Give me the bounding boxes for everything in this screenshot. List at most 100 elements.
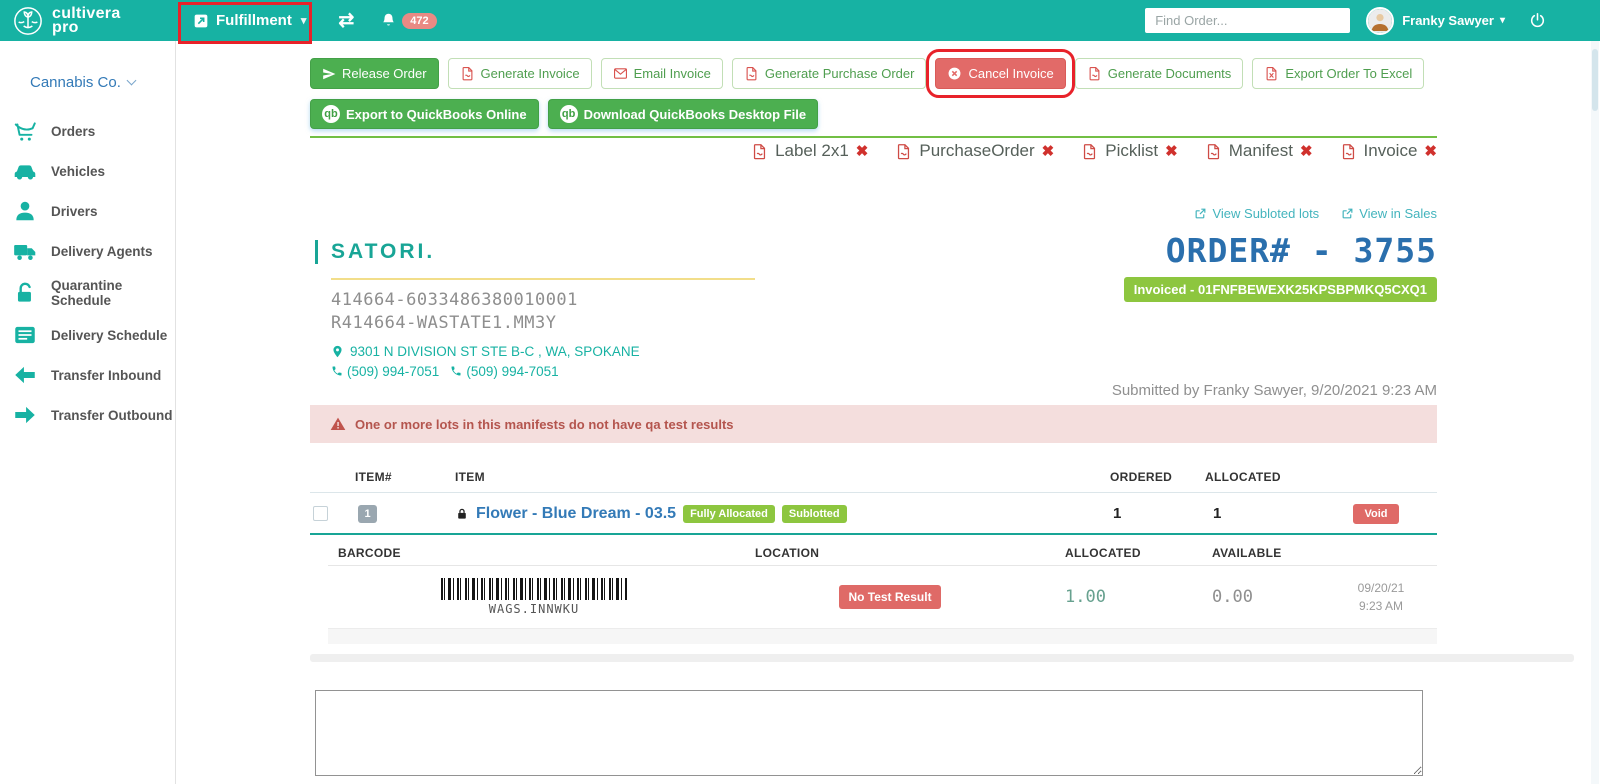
user-menu[interactable]: Franky Sawyer ▾ [1402, 13, 1505, 28]
email-icon [613, 68, 627, 79]
void-button[interactable]: Void [1353, 503, 1399, 524]
scrollbar-thumb[interactable] [1592, 49, 1598, 111]
item-index-badge: 1 [358, 504, 377, 523]
fulfillment-label: Fulfillment [216, 12, 292, 29]
download-quickbooks-desktop-button[interactable]: qb Download QuickBooks Desktop File [547, 99, 819, 129]
document-link-manifest[interactable]: Manifest ✖ [1205, 141, 1313, 161]
submitted-info: Submitted by Franky Sawyer, 9/20/2021 9:… [1111, 382, 1437, 399]
fulfillment-menu[interactable]: Fulfillment ▾ [181, 0, 318, 41]
sidebar-item-quarantine-schedule[interactable]: Quarantine Schedule [0, 271, 175, 315]
generate-purchase-order-button[interactable]: Generate Purchase Order [731, 58, 927, 89]
order-number: ORDER# - 3755 [1165, 231, 1437, 270]
sidebar-item-transfer-outbound[interactable]: Transfer Outbound [0, 395, 175, 435]
sidebar-item-vehicles[interactable]: Vehicles [0, 151, 175, 191]
generate-documents-button[interactable]: Generate Documents [1074, 58, 1244, 89]
document-link-label-2x1[interactable]: Label 2x1 ✖ [751, 141, 868, 161]
item-row-checkbox[interactable] [313, 506, 328, 521]
delete-document-icon[interactable]: ✖ [1042, 142, 1055, 160]
sidebar-item-orders[interactable]: Orders [0, 111, 175, 151]
pdf-file-icon [746, 67, 757, 81]
sidebar-item-label: Transfer Inbound [51, 367, 162, 383]
view-in-sales-link[interactable]: View in Sales [1341, 206, 1437, 221]
delete-document-icon[interactable]: ✖ [1165, 142, 1178, 160]
chevron-down-icon [126, 75, 137, 86]
sidebar-item-label: Transfer Outbound [51, 407, 173, 423]
pdf-file-icon [898, 143, 910, 159]
items-table-header: ITEM# ITEM ORDERED ALLOCATED [310, 462, 1437, 493]
sidebar-item-transfer-inbound[interactable]: Transfer Inbound [0, 355, 175, 395]
pdf-file-icon [1084, 143, 1096, 159]
notifications-button[interactable]: 472 [380, 12, 437, 29]
qa-warning-banner: One or more lots in this manifests do no… [310, 405, 1437, 443]
no-test-result-badge: No Test Result [839, 585, 941, 609]
chevron-down-icon: ▾ [1499, 15, 1505, 26]
brand-name: cultivera pro [52, 4, 121, 36]
sidebar-item-drivers[interactable]: Drivers [0, 191, 175, 231]
release-order-button[interactable]: Release Order [310, 58, 439, 89]
sidebar-item-label: Drivers [51, 203, 98, 219]
fully-allocated-badge: Fully Allocated [683, 504, 775, 523]
brand-logo[interactable]: cultivera pro [0, 4, 175, 36]
warning-triangle-icon [330, 417, 346, 430]
bell-icon [383, 13, 395, 26]
pdf-file-icon [1089, 67, 1100, 81]
send-icon [323, 68, 336, 79]
item-name-link[interactable]: Flower - Blue Dream - 03.5 [476, 505, 676, 523]
view-links-row: View Subloted lots View in Sales [310, 206, 1437, 221]
item-table-row: 1 Flower - Blue Dream - 03.5 Fully Alloc… [310, 494, 1437, 535]
avatar[interactable] [1366, 6, 1395, 35]
document-link-picklist[interactable]: Picklist ✖ [1081, 141, 1178, 161]
col-location: LOCATION [755, 545, 820, 560]
car-icon [14, 165, 36, 180]
cancel-invoice-button[interactable]: Cancel Invoice [926, 49, 1075, 98]
ordered-quantity: 1 [1113, 505, 1122, 522]
quickbooks-toolbar: qb Export to QuickBooks Online qb Downlo… [310, 99, 819, 129]
cultivera-logo-icon [14, 6, 42, 35]
document-link-invoice[interactable]: Invoice ✖ [1340, 141, 1437, 161]
sidebar-item-label: Delivery Schedule [51, 327, 168, 343]
swap-arrows-icon[interactable]: ⇄ [338, 9, 354, 32]
sidebar-item-delivery-schedule[interactable]: Delivery Schedule [0, 315, 175, 355]
sidebar-item-delivery-agents[interactable]: Delivery Agents [0, 231, 175, 271]
search-input[interactable] [1145, 8, 1351, 33]
delete-document-icon[interactable]: ✖ [856, 142, 869, 160]
delete-document-icon[interactable]: ✖ [1424, 142, 1437, 160]
chevron-down-icon: ▾ [300, 15, 307, 27]
external-link-icon [1196, 208, 1206, 219]
lots-subtable: BARCODE LOCATION ALLOCATED AVAILABLE WAG… [328, 540, 1437, 644]
lot-timestamp: 09/20/21 9:23 AM [1357, 581, 1405, 613]
view-subloted-lots-link[interactable]: View Subloted lots [1194, 206, 1319, 221]
user-name-label: Franky Sawyer [1402, 13, 1494, 28]
toolbar-divider [310, 136, 1437, 138]
email-invoice-button[interactable]: Email Invoice [600, 58, 723, 89]
customer-address: 9301 N DIVISION ST STE B-C , WA, SPOKANE [331, 344, 755, 359]
customer-name: SATORI. [315, 240, 755, 264]
sidebar: Cannabis Co. Orders Vehicles Drivers Del… [0, 41, 176, 784]
quickbooks-icon: qb [559, 105, 578, 123]
quickbooks-icon: qb [322, 105, 340, 123]
arrow-right-icon [15, 406, 35, 424]
delete-document-icon[interactable]: ✖ [1300, 142, 1313, 160]
sublotted-badge: Sublotted [781, 504, 847, 523]
col-lot-available: AVAILABLE [1212, 545, 1282, 560]
document-link-purchaseorder[interactable]: PurchaseOrder ✖ [895, 141, 1054, 161]
company-selector[interactable]: Cannabis Co. [30, 74, 175, 91]
order-actions-toolbar: Release Order Generate Invoice Email Inv… [310, 49, 1425, 98]
col-item: ITEM [455, 470, 485, 484]
phone-2: (509) 994-7051 [450, 364, 559, 379]
pdf-file-icon [1342, 143, 1354, 159]
schedule-icon [15, 326, 35, 344]
notification-count-badge: 472 [402, 12, 437, 29]
sidebar-item-label: Orders [51, 123, 96, 139]
map-pin-icon [333, 345, 342, 358]
export-quickbooks-online-button[interactable]: qb Export to QuickBooks Online [310, 99, 539, 129]
allocated-quantity: 1 [1213, 505, 1222, 522]
generated-documents-list: Label 2x1 ✖ PurchaseOrder ✖ Picklist ✖ M… [310, 141, 1437, 161]
phone-icon [332, 366, 342, 376]
logout-button[interactable] [1529, 12, 1546, 29]
order-notes-textarea[interactable] [315, 690, 1423, 776]
barcode-label: WAGS.INNWKU [488, 602, 580, 616]
export-order-excel-button[interactable]: Export Order To Excel [1252, 58, 1425, 89]
generate-invoice-button[interactable]: Generate Invoice [447, 58, 592, 89]
top-header-bar: cultivera pro Fulfillment ▾ ⇄ 472 Find O… [0, 0, 1600, 41]
